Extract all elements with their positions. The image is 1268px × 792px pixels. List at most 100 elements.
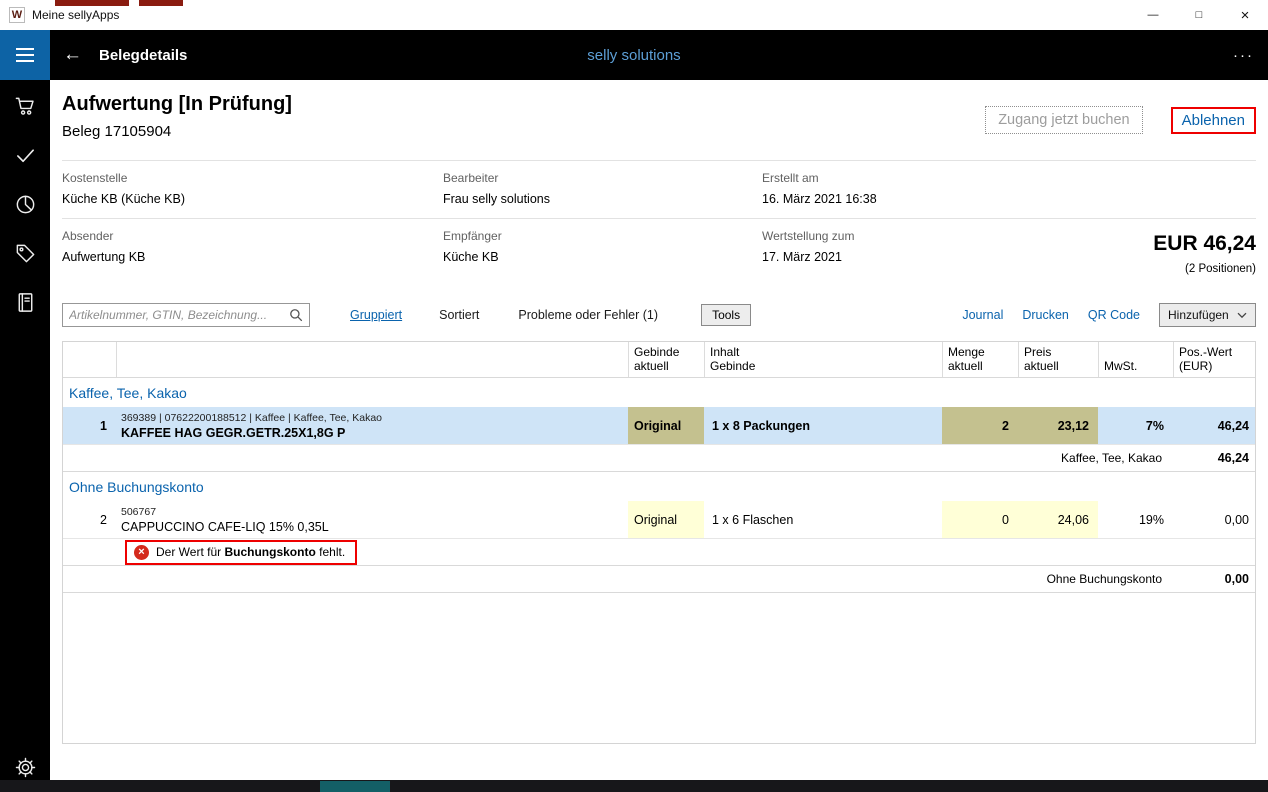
sidebar-item-journal[interactable] bbox=[12, 289, 38, 315]
tag-icon bbox=[16, 244, 34, 262]
error-message: Der Wert für Buchungskonto fehlt. bbox=[156, 545, 345, 559]
window-controls: — □ × bbox=[1130, 0, 1268, 30]
cell-preis: 24,06 bbox=[1018, 501, 1098, 538]
table-row-2[interactable]: 2 506767 CAPPUCCINO CAFE-LIQ 15% 0,35L O… bbox=[63, 501, 1255, 539]
app-window: W Meine sellyApps — □ × ← Belegdetails s… bbox=[0, 0, 1268, 792]
row-article: 506767 CAPPUCCINO CAFE-LIQ 15% 0,35L bbox=[116, 501, 628, 538]
cart-icon bbox=[15, 97, 34, 115]
column-header-pos bbox=[63, 342, 116, 377]
cell-preis: 23,12 bbox=[1018, 407, 1098, 444]
meta-bearbeiter: Bearbeiter Frau selly solutions bbox=[443, 171, 762, 206]
cell-wert: 0,00 bbox=[1224, 512, 1249, 527]
taskbar-artifact-block bbox=[320, 781, 390, 792]
subtotal-value: 46,24 bbox=[1217, 451, 1249, 465]
group-header-ohne-buchungskonto: Ohne Buchungskonto bbox=[69, 478, 204, 495]
reject-button[interactable]: Ablehnen bbox=[1173, 109, 1254, 132]
cell-inhalt: 1 x 6 Flaschen bbox=[712, 512, 794, 527]
meta-value: 16. März 2021 16:38 bbox=[762, 192, 877, 206]
minimize-button[interactable]: — bbox=[1130, 0, 1176, 30]
error-highlight-box: × Der Wert für Buchungskonto fehlt. bbox=[125, 539, 358, 565]
taskbar-artifact bbox=[0, 780, 1268, 792]
article-info: 369389 | 07622200188512 | Kaffee | Kaffe… bbox=[121, 411, 382, 424]
group-header-kaffee: Kaffee, Tee, Kakao bbox=[69, 384, 187, 401]
column-header-inhalt[interactable]: Inhalt Gebinde bbox=[704, 342, 942, 378]
column-header-mwst[interactable]: MwSt. bbox=[1098, 342, 1173, 378]
maximize-button[interactable]: □ bbox=[1176, 0, 1222, 30]
cell-mwst: 19% bbox=[1138, 512, 1164, 527]
error-icon-glyph: × bbox=[138, 545, 145, 558]
tools-button[interactable]: Tools bbox=[701, 304, 752, 326]
row-position: 2 bbox=[100, 512, 107, 527]
meta-value: Frau selly solutions bbox=[443, 192, 550, 206]
error-text-prefix: Der Wert für bbox=[156, 545, 225, 559]
meta-label: Bearbeiter bbox=[443, 171, 499, 185]
meta-empfaenger: Empfänger Küche KB bbox=[443, 229, 762, 264]
add-dropdown-button[interactable]: Hinzufügen bbox=[1159, 303, 1256, 327]
meta-label: Kostenstelle bbox=[62, 171, 128, 185]
toolbar-right: Journal Drucken QR Code Hinzufügen bbox=[962, 303, 1256, 327]
check-icon bbox=[16, 148, 34, 162]
meta-label: Erstellt am bbox=[762, 171, 819, 185]
book-now-button[interactable]: Zugang jetzt buchen bbox=[985, 106, 1143, 134]
table-row-1[interactable]: 1 369389 | 07622200188512 | Kaffee | Kaf… bbox=[63, 407, 1255, 445]
cell-menge: 0 bbox=[942, 501, 1018, 538]
header-actions: Zugang jetzt buchen Ablehnen bbox=[985, 106, 1256, 134]
meta-value: Küche KB bbox=[443, 250, 499, 264]
total-amount: EUR 46,24 bbox=[1153, 232, 1256, 255]
print-link[interactable]: Drucken bbox=[1022, 308, 1069, 322]
cell-menge: 2 bbox=[942, 407, 1018, 444]
article-info: 506767 bbox=[121, 505, 157, 518]
row-article: 369389 | 07622200188512 | Kaffee | Kaffe… bbox=[116, 407, 628, 444]
more-button[interactable]: ··· bbox=[1233, 47, 1254, 64]
cell-inhalt: 1 x 8 Packungen bbox=[712, 418, 810, 433]
qr-code-link[interactable]: QR Code bbox=[1088, 308, 1140, 322]
column-header-preis[interactable]: Preis aktuell bbox=[1018, 342, 1098, 378]
journal-icon bbox=[18, 292, 32, 312]
group-subtotal-kaffee: Kaffee, Tee, Kakao 46,24 bbox=[63, 445, 1255, 472]
sidebar-item-statistics[interactable] bbox=[12, 191, 38, 217]
subtotal-value: 0,00 bbox=[1224, 572, 1249, 586]
column-header-gebinde[interactable]: Gebinde aktuell bbox=[628, 342, 704, 378]
column-header-menge[interactable]: Menge aktuell bbox=[942, 342, 1018, 378]
group-subtotal-ohne-buchungskonto: Ohne Buchungskonto 0,00 bbox=[63, 566, 1255, 593]
app-title: Meine sellyApps bbox=[32, 8, 120, 22]
row-error: × Der Wert für Buchungskonto fehlt. bbox=[63, 539, 1255, 566]
meta-absender: Absender Aufwertung KB bbox=[62, 229, 443, 264]
grouped-toggle[interactable]: Gruppiert bbox=[350, 308, 402, 322]
sorted-toggle[interactable]: Sortiert bbox=[439, 308, 479, 322]
document-header: Aufwertung [In Prüfung] Beleg 17105904 Z… bbox=[62, 80, 1256, 160]
column-header-wert[interactable]: Pos.-Wert (EUR) bbox=[1173, 342, 1255, 378]
meta-value: Aufwertung KB bbox=[62, 250, 146, 264]
app-header-bar: ← Belegdetails selly solutions ··· bbox=[0, 30, 1268, 80]
cell-gebinde: Original bbox=[628, 501, 704, 538]
brand-text: selly solutions bbox=[587, 46, 681, 64]
table-header-row: Gebinde aktuell Inhalt Gebinde Menge akt… bbox=[63, 342, 1255, 378]
error-icon: × bbox=[134, 544, 149, 560]
sidebar-item-cart[interactable] bbox=[12, 93, 38, 119]
article-name: KAFFEE HAG GEGR.GETR.25X1,8G P bbox=[121, 425, 346, 440]
article-name: CAPPUCCINO CAFE-LIQ 15% 0,35L bbox=[121, 519, 329, 534]
sidebar-item-prices[interactable] bbox=[12, 240, 38, 266]
problems-filter[interactable]: Probleme oder Fehler (1) bbox=[518, 308, 658, 322]
settings-button[interactable] bbox=[12, 754, 38, 780]
app-icon: W bbox=[9, 7, 25, 23]
cell-gebinde: Original bbox=[628, 407, 704, 444]
meta-row-1: Kostenstelle Küche KB (Küche KB) Bearbei… bbox=[62, 160, 1256, 218]
add-label: Hinzufügen bbox=[1168, 308, 1229, 322]
chevron-down-icon bbox=[1237, 312, 1247, 318]
sidebar-item-tasks[interactable] bbox=[12, 142, 38, 168]
reject-highlight-box: Ablehnen bbox=[1170, 106, 1256, 134]
meta-erstellt-am: Erstellt am 16. März 2021 16:38 bbox=[762, 171, 1256, 206]
error-text-suffix: fehlt. bbox=[315, 545, 346, 559]
meta-kostenstelle: Kostenstelle Küche KB (Küche KB) bbox=[62, 171, 443, 206]
back-button[interactable]: ← bbox=[63, 44, 82, 66]
close-button[interactable]: × bbox=[1222, 0, 1268, 30]
cell-wert: 46,24 bbox=[1217, 418, 1249, 433]
meta-row-2: Absender Aufwertung KB Empfänger Küche K… bbox=[62, 218, 1256, 296]
items-toolbar: Gruppiert Sortiert Probleme oder Fehler … bbox=[62, 302, 1256, 328]
search-box bbox=[62, 303, 310, 327]
meta-value: Küche KB (Küche KB) bbox=[62, 192, 185, 206]
search-icon[interactable] bbox=[289, 308, 303, 322]
search-input[interactable] bbox=[69, 308, 289, 322]
journal-link[interactable]: Journal bbox=[962, 308, 1003, 322]
